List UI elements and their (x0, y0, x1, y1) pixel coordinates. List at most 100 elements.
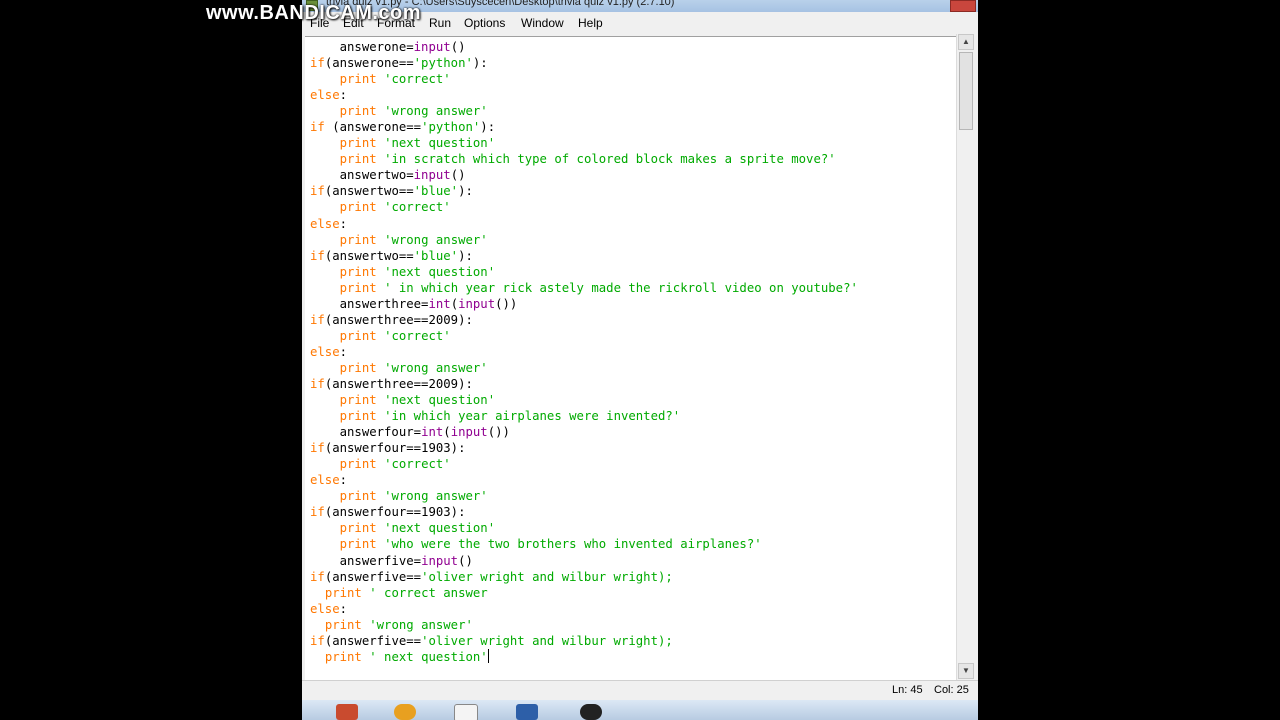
code-line: else: (310, 344, 858, 360)
code-token: if (310, 441, 325, 456)
code-token: 'python' (421, 120, 481, 135)
code-token: print (339, 152, 377, 167)
code-line: if(answerfour==1903): (310, 440, 858, 456)
code-line: print 'wrong answer' (310, 103, 858, 119)
code-token: if (310, 184, 325, 199)
code-line: answerthree=int(input()) (310, 296, 858, 312)
code-token: 'wrong answer' (384, 104, 488, 119)
code-token: if (310, 376, 325, 391)
line-number-indicator: Ln: 45 (892, 684, 923, 696)
code-token: else (310, 344, 340, 359)
code-line: if (answerone=='python'): (310, 119, 858, 135)
code-line: print 'next question' (310, 392, 858, 408)
code-token: answertwo= (310, 168, 414, 183)
code-line: answerfour=int(input()) (310, 424, 858, 440)
code-token: ): (458, 248, 473, 263)
code-token: answerone= (310, 40, 414, 54)
code-token: print (339, 393, 377, 408)
code-token: 'next question' (384, 393, 496, 408)
code-token: print (339, 136, 377, 151)
code-line: print 'wrong answer' (310, 617, 858, 633)
code-token: (answerthree==2009): (324, 312, 473, 327)
chrome-icon[interactable] (394, 704, 416, 720)
taskbar-app-icon[interactable] (336, 704, 358, 720)
code-token: 'next question' (384, 136, 496, 151)
code-token: else (310, 601, 340, 616)
code-token: int (421, 425, 444, 440)
code-line: else: (310, 601, 858, 617)
code-token: 'blue' (413, 184, 459, 199)
code-line: print 'correct' (310, 71, 858, 87)
code-token: if (310, 120, 325, 135)
code-token: 'wrong answer' (384, 489, 488, 504)
menu-options[interactable]: Options (464, 16, 505, 30)
code-line: if(answerfive=='oliver wright and wilbur… (310, 633, 858, 649)
code-token: 'correct' (384, 200, 451, 215)
monitor-icon[interactable] (516, 704, 538, 720)
code-token: ( (443, 425, 451, 440)
vertical-scrollbar[interactable]: ▲ ▼ (956, 34, 975, 680)
code-token: if (310, 569, 325, 584)
code-token: else (310, 216, 340, 231)
close-button[interactable] (950, 0, 976, 12)
status-bar: Ln: 45 Col: 25 (302, 680, 978, 701)
idle-editor-window: trivia quiz v1.py - C:\Users\Suyscecen\D… (302, 0, 978, 720)
menu-window[interactable]: Window (521, 16, 564, 30)
code-token: ()) (487, 425, 510, 440)
code-token: : (339, 601, 348, 616)
menu-help[interactable]: Help (578, 16, 603, 30)
code-token: int (428, 296, 451, 311)
code-line: print 'who were the two brothers who inv… (310, 536, 858, 552)
code-token: print (339, 232, 377, 247)
code-line: print 'correct' (310, 199, 858, 215)
code-token: print (324, 617, 362, 632)
code-line: answertwo=input() (310, 167, 858, 183)
code-editor[interactable]: answerone=input() if(answerone=='python')… (305, 36, 956, 680)
code-token: if (310, 505, 325, 520)
code-token: answerthree= (310, 296, 429, 311)
code-token: ' correct answer (369, 585, 488, 600)
code-token: ): (480, 120, 496, 135)
document-icon[interactable] (454, 704, 478, 720)
code-line: if(answerthree==2009): (310, 312, 858, 328)
scroll-thumb[interactable] (959, 52, 973, 130)
code-token: (answerfour==1903): (324, 441, 466, 456)
code-token: 'python' (413, 56, 473, 71)
code-token: print (339, 521, 377, 536)
scroll-down-arrow-icon[interactable]: ▼ (958, 663, 974, 679)
code-token: 'oliver wright and wilbur wright); (421, 569, 673, 584)
scroll-up-arrow-icon[interactable]: ▲ (958, 34, 974, 50)
code-token: ( (450, 296, 459, 311)
code-token: print (339, 200, 377, 215)
code-token: () (450, 40, 466, 54)
menu-run[interactable]: Run (429, 16, 451, 30)
code-line: print 'in which year airplanes were inve… (310, 408, 858, 424)
code-line: print 'wrong answer' (310, 360, 858, 376)
record-icon[interactable] (580, 704, 602, 720)
code-token: (answertwo== (324, 248, 414, 263)
code-line: print 'wrong answer' (310, 232, 858, 248)
code-token: : (339, 344, 348, 359)
taskbar (302, 700, 978, 720)
text-cursor (487, 648, 489, 663)
code-token: answerfive= (310, 553, 422, 568)
code-token: () (458, 553, 473, 568)
code-line: if(answerfive=='oliver wright and wilbur… (310, 569, 858, 585)
code-line: else: (310, 472, 858, 488)
